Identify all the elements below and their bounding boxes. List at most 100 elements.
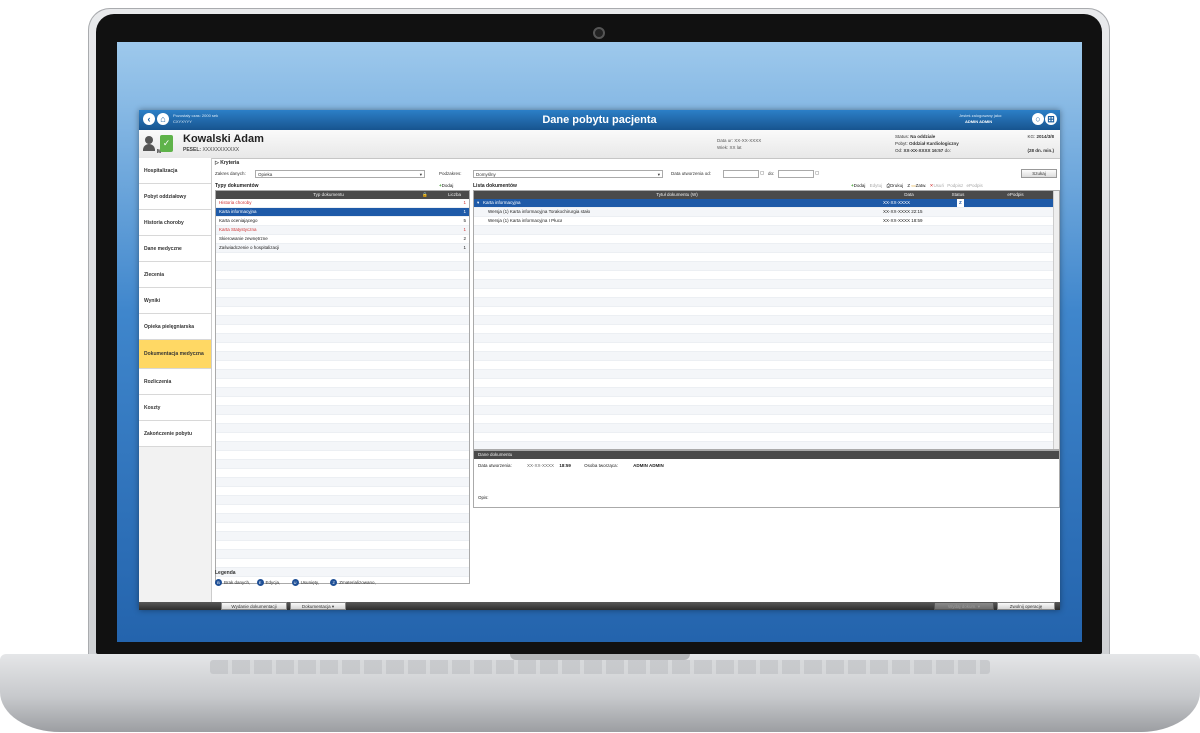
patient-header: M ✓ Kowalski Adam PESEL: XXXXXXXXXXX Dat…: [139, 130, 1060, 159]
doc-types-header: Typ dokumentu 🔒 Liczba: [216, 191, 469, 199]
empty-row: [216, 325, 469, 334]
legend-mark: U: [291, 579, 299, 586]
table-row[interactable]: ▾ Karta informacyjna XX-XX-XXXX Z: [474, 199, 1059, 208]
date-to-input[interactable]: [778, 170, 814, 178]
sidebar-item-zlecenia[interactable]: Zlecenia: [139, 262, 211, 288]
doc-type-count: 1: [463, 227, 466, 232]
table-row[interactable]: Historia choroby 1: [216, 199, 469, 208]
print-doc-button[interactable]: Drukuj: [890, 183, 903, 188]
dob-value: XX-XX-XXXX: [734, 138, 762, 143]
empty-row: [216, 478, 469, 487]
sign-doc-button[interactable]: Podpisz: [947, 183, 963, 188]
sidebar-item-koszty[interactable]: Koszty: [139, 395, 211, 421]
bottom-bar: Wydanie dokumentacji Dokumentacja ▾ Wyda…: [139, 602, 1060, 610]
table-row[interactable]: Karta oceniającego 5: [216, 217, 469, 226]
empty-row: [216, 388, 469, 397]
issue-docs-button[interactable]: Wydanie dokumentacji: [221, 602, 287, 610]
empty-row: [474, 307, 1059, 316]
table-row[interactable]: Zaświadczenie o hospitalizacji 1: [216, 244, 469, 253]
empty-row: [216, 487, 469, 496]
table-row[interactable]: Wersja (1) Karta informacyjna I Płuca XX-…: [474, 217, 1059, 226]
range-label: Zakres danych:: [215, 171, 246, 176]
empty-row: [474, 262, 1059, 271]
col-doc-title: Tytuł dokumentu (W): [656, 192, 698, 197]
doc-type-name: Zaświadczenie o hospitalizacji: [219, 245, 280, 250]
subrange-select[interactable]: Domyślny ▾: [473, 170, 663, 178]
expand-icon[interactable]: ▾: [477, 199, 479, 207]
col-doc-type: Typ dokumentu: [313, 192, 344, 197]
disabled-issue-button[interactable]: Wydaj dokum. ▾: [934, 602, 994, 610]
empty-row: [216, 379, 469, 388]
window-title: Dane pobytu pacjenta: [542, 114, 657, 126]
empty-row: [216, 442, 469, 451]
col-doc-esign: ePodpis: [1007, 192, 1024, 197]
doc-list-table: Tytuł dokumentu (W) Data Status ePodpis …: [473, 190, 1060, 450]
doc-details-panel: Dane dokumentu Data utworzenia: XX-XX-XX…: [473, 450, 1060, 508]
empty-row: [474, 271, 1059, 280]
sidebar-item-opieka-pielegniarska[interactable]: Opieka pielęgniarska: [139, 314, 211, 340]
legend-item: E Edycja,: [256, 579, 280, 586]
sidebar-item-hospitalizacja[interactable]: Hospitalizacja: [139, 158, 211, 184]
calendar-icon[interactable]: ▢: [815, 170, 819, 176]
date-from-label: Data utworzenia od:: [671, 171, 712, 176]
empty-row: [216, 451, 469, 460]
stay-duration: (28 dn. min.): [1027, 148, 1054, 153]
age-value: XX lat: [729, 145, 742, 150]
doc-type-name: Karta oceniającego: [219, 218, 258, 223]
empty-row: [216, 397, 469, 406]
sidebar-item-historia-choroby[interactable]: Historia choroby: [139, 210, 211, 236]
sidebar-item-zakonczenie-pobytu[interactable]: Zakończenie pobytu: [139, 421, 211, 447]
edit-doc-button[interactable]: Edytuj: [870, 183, 883, 188]
search-button[interactable]: Szukaj: [1021, 169, 1057, 178]
age-label: Wiek:: [717, 145, 729, 150]
table-row[interactable]: Karta informacyjna 1: [216, 208, 469, 217]
grid-icon[interactable]: ⊞: [1045, 113, 1057, 125]
to-label: do:: [944, 148, 951, 153]
sidebar-item-pobyt-oddzialowy[interactable]: Pobyt oddziałowy: [139, 184, 211, 210]
chevron-down-icon: ▾: [331, 604, 335, 609]
laptop-screen: ‹ ⌂ Pozostały czas: 2000 sek CXYXYYY Dan…: [117, 42, 1082, 642]
legend-mark: E: [256, 579, 264, 586]
table-row[interactable]: Skierowanie zewnętrzne 2: [216, 235, 469, 244]
empty-row: [216, 316, 469, 325]
empty-row: [474, 406, 1059, 415]
doc-list-scrollbar[interactable]: [1053, 191, 1059, 449]
empty-row: [216, 469, 469, 478]
add-doc-button[interactable]: Dodaj: [854, 183, 866, 188]
docs-menu-button[interactable]: Dokumentacja ▾: [290, 602, 346, 610]
empty-row: [474, 343, 1059, 352]
pesel-value: XXXXXXXXXXX: [202, 147, 240, 153]
table-row[interactable]: Wersja (1) Karta informacyjna Torakochir…: [474, 208, 1059, 217]
z-doc-button[interactable]: Z: [907, 183, 910, 188]
patient-birth-info: Data ur: XX-XX-XXXX Wiek: XX lat: [717, 137, 761, 151]
date-from-input[interactable]: [723, 170, 759, 178]
dob-label: Data ur:: [717, 138, 734, 143]
criteria-title: Kryteria: [220, 160, 240, 166]
calendar-icon[interactable]: ▢: [760, 170, 764, 176]
sidebar-item-wyniki[interactable]: Wyniki: [139, 288, 211, 314]
criteria-toggle[interactable]: ▷ Kryteria: [215, 160, 239, 166]
circle-icon[interactable]: ○: [1032, 113, 1044, 125]
doc-types-rows: Historia choroby 1 Karta informacyjna 1 Ka…: [216, 199, 469, 583]
delete-doc-button[interactable]: Usuń: [933, 183, 944, 188]
criteria-filters: Zakres danych: Opieka ▾ Podzakres: Domyśl…: [215, 169, 1060, 180]
sidebar-item-dokumentacja-medyczna[interactable]: Dokumentacja medyczna: [139, 340, 211, 369]
created-label: Data utworzenia:: [478, 463, 512, 468]
empty-row: [474, 370, 1059, 379]
pesel-label: PESEL:: [183, 147, 202, 153]
release-operation-button[interactable]: Zwolnij operację: [997, 602, 1055, 610]
subrange-label: Podzakres:: [439, 171, 462, 176]
sidebar-item-rozliczenia[interactable]: Rozliczenia: [139, 369, 211, 395]
approve-doc-button[interactable]: Zatw.: [916, 183, 927, 188]
document-check-icon[interactable]: ✓: [160, 135, 173, 152]
empty-row: [474, 352, 1059, 361]
add-doc-type-button[interactable]: +Dodaj: [439, 183, 453, 188]
patient-ks-info: KG: 2014/3/8 (28 dn. min.): [1027, 133, 1054, 154]
range-select[interactable]: Opieka ▾: [255, 170, 425, 178]
table-row[interactable]: Karta Statystyczna 1: [216, 226, 469, 235]
esign-doc-button[interactable]: ePodpis: [967, 183, 983, 188]
empty-row: [216, 505, 469, 514]
empty-row: [216, 307, 469, 316]
sidebar-item-dane-medyczne[interactable]: Dane medyczne: [139, 236, 211, 262]
status-label: Status:: [895, 134, 910, 139]
